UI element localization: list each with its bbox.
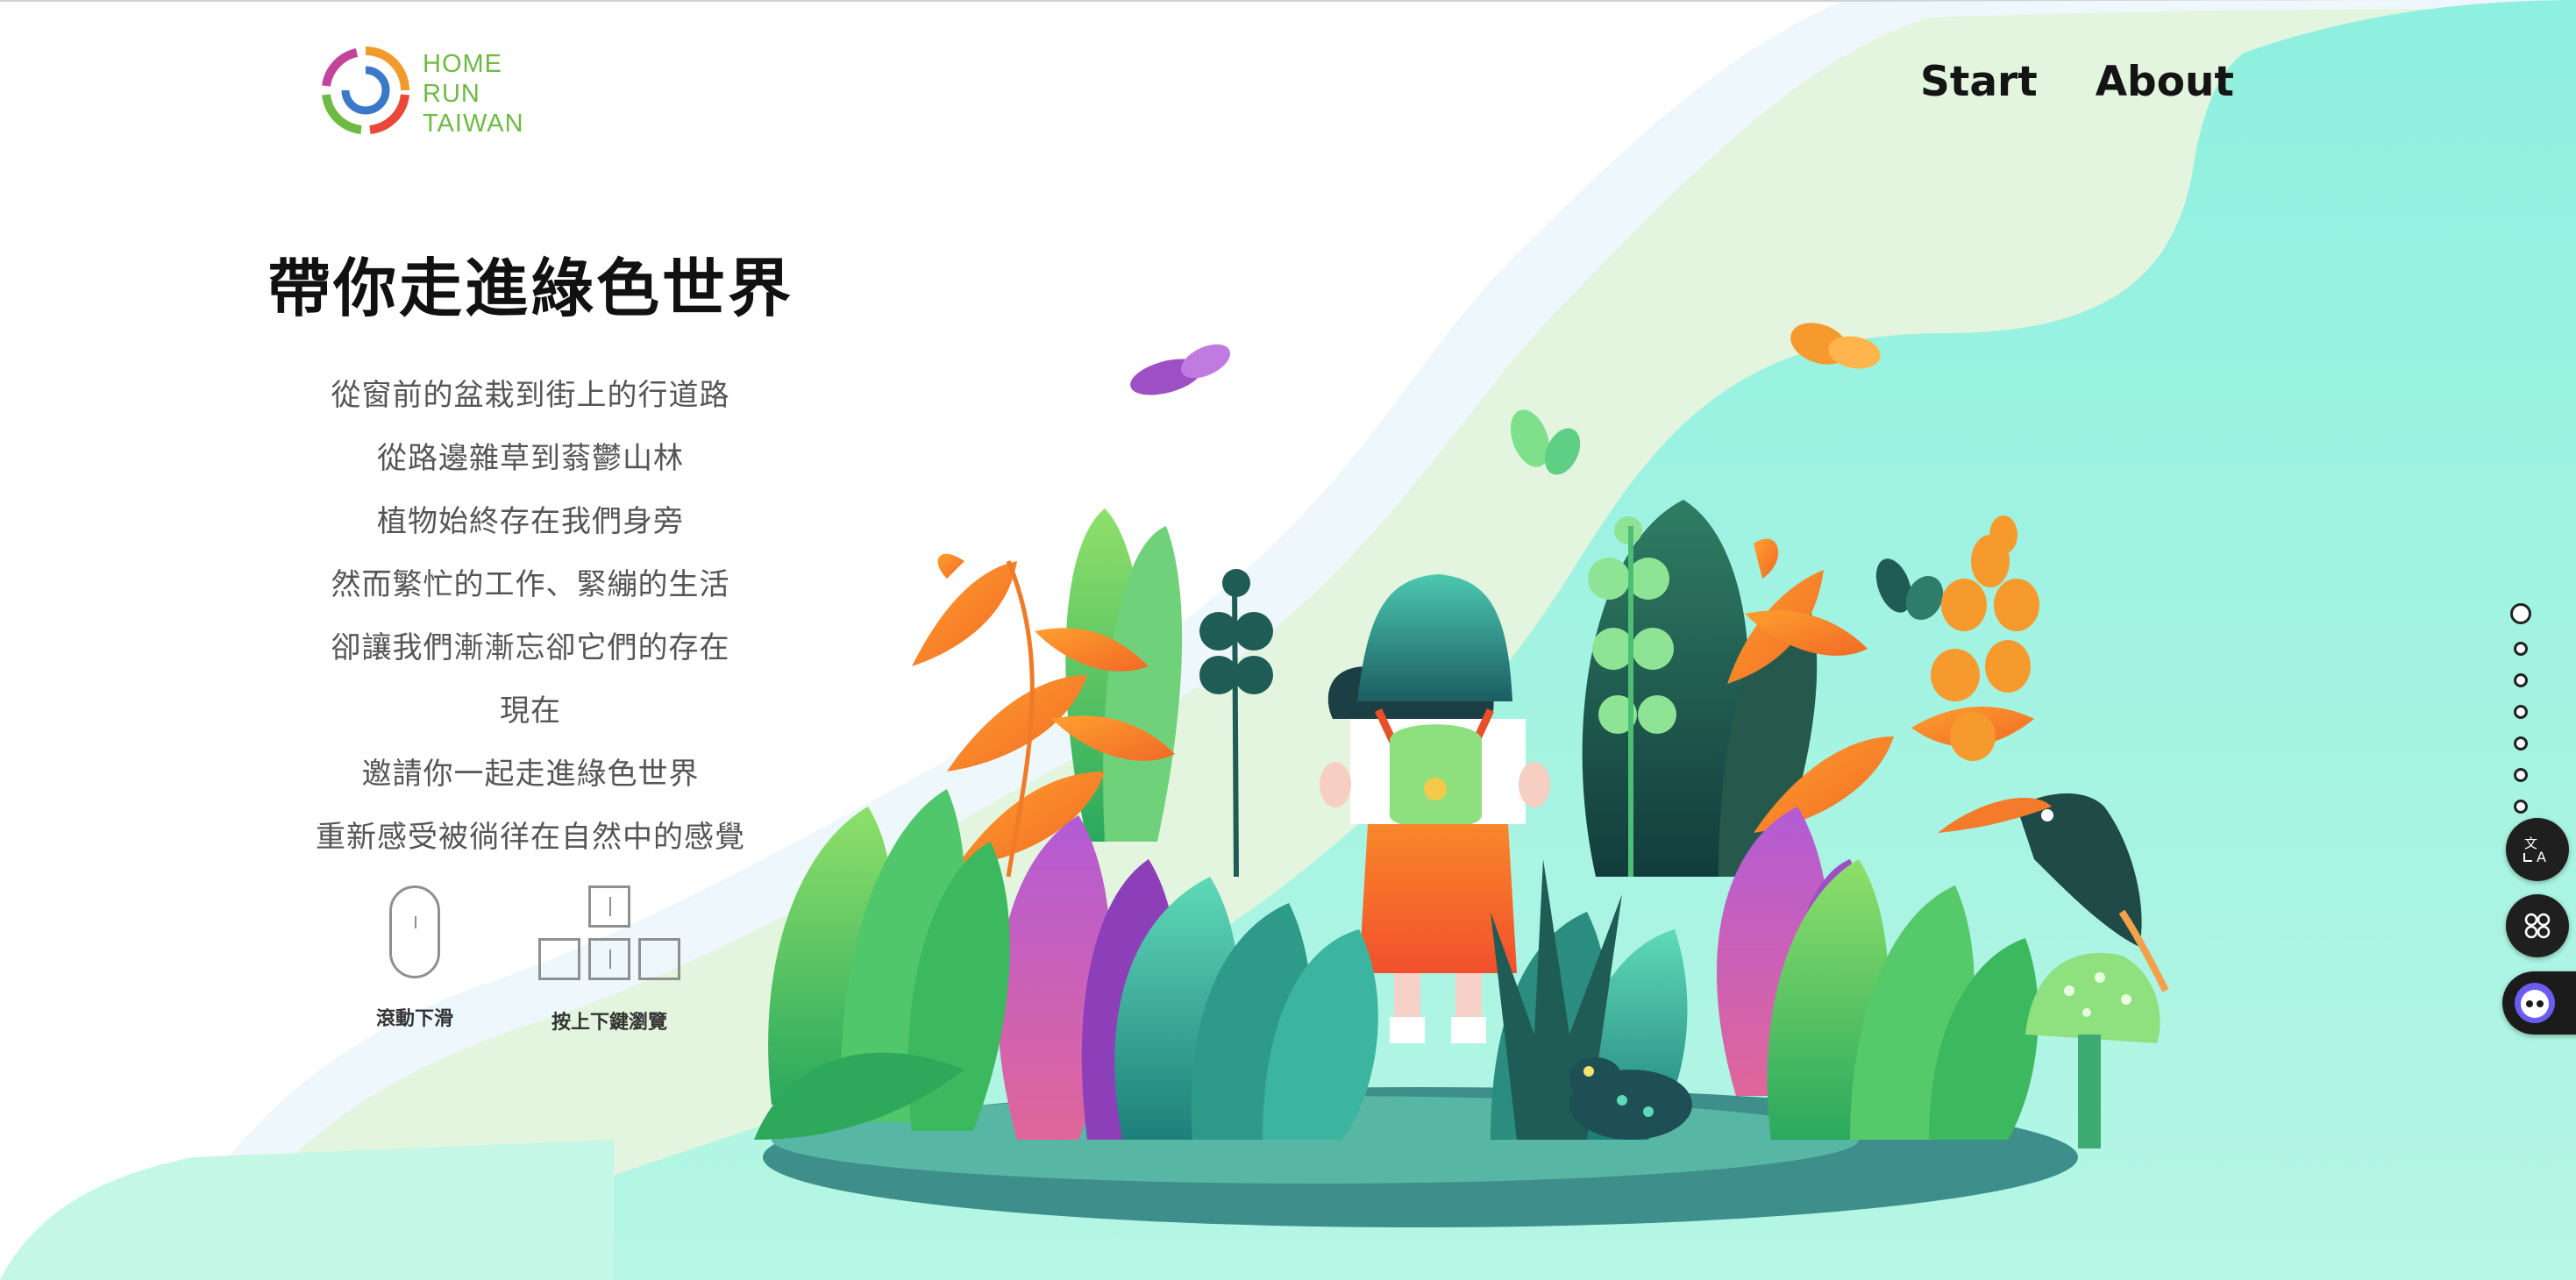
intro-line: 卻讓我們漸漸忘卻它們的存在 (331, 630, 730, 665)
arrow-keys-icon (535, 885, 684, 984)
logo-line-3: TAIWAN (423, 110, 524, 138)
nav-start-link[interactable]: Start (1920, 58, 2038, 106)
page-title: 帶你走進綠色世界 (267, 252, 793, 325)
mouse-icon (389, 885, 440, 978)
logo-wordmark: HOME RUN TAIWAN (423, 49, 524, 139)
key-left-icon (538, 938, 580, 980)
pager-dot[interactable] (2514, 736, 2528, 750)
svg-text:A: A (2537, 849, 2546, 865)
section-pager (2508, 603, 2534, 831)
intro-line: 從路邊雜草到蓊鬱山林 (377, 441, 684, 476)
key-down-icon (588, 938, 630, 980)
pager-dot[interactable] (2510, 603, 2531, 624)
translate-icon: 文 A (2523, 836, 2546, 865)
scroll-hint-label: 滾動下滑 (375, 1008, 453, 1030)
logo-line-2: RUN (423, 80, 480, 108)
svg-text:文: 文 (2524, 836, 2537, 851)
assistant-icon (2515, 983, 2555, 1023)
intro-line: 現在 (500, 693, 561, 729)
pager-dot[interactable] (2514, 768, 2528, 782)
home-run-taiwan-logo[interactable]: HOME RUN TAIWAN (317, 42, 528, 139)
intro-line: 然而繁忙的工作、緊繃的生活 (331, 567, 730, 602)
logo-line-1: HOME (423, 50, 502, 78)
pager-dot[interactable] (2514, 642, 2528, 656)
key-up-icon (588, 885, 630, 928)
assistant-button[interactable] (2502, 971, 2576, 1035)
arrow-keys-hint-label: 按上下鍵瀏覽 (551, 1012, 667, 1034)
butterfly-purple (1130, 344, 1231, 395)
apps-button[interactable] (2506, 894, 2569, 957)
arrow-keys-hint: 按上下鍵瀏覽 (526, 885, 693, 1035)
intro-line: 重新感受被徜徉在自然中的感覺 (316, 820, 745, 855)
intro-line: 植物始終存在我們身旁 (377, 504, 684, 539)
translate-button[interactable]: 文 A (2506, 818, 2569, 881)
apps-icon (2524, 913, 2551, 939)
scroll-hint: 滾動下滑 (358, 885, 472, 1031)
intro-line: 邀請你一起走進綠色世界 (361, 757, 700, 792)
pager-dot[interactable] (2514, 673, 2528, 687)
logo-mark-icon (322, 46, 409, 134)
pager-dot[interactable] (2514, 800, 2528, 814)
key-right-icon (638, 938, 680, 980)
nav-about-link[interactable]: About (2096, 58, 2234, 106)
top-nav: Start About (1920, 58, 2234, 106)
intro-line: 從窗前的盆栽到街上的行道路 (331, 378, 730, 413)
pager-dot[interactable] (2514, 705, 2528, 719)
intro-section: 帶你走進綠色世界 從窗前的盆栽到街上的行道路 從路邊雜草到蓊鬱山林 植物始終存在… (263, 237, 798, 869)
